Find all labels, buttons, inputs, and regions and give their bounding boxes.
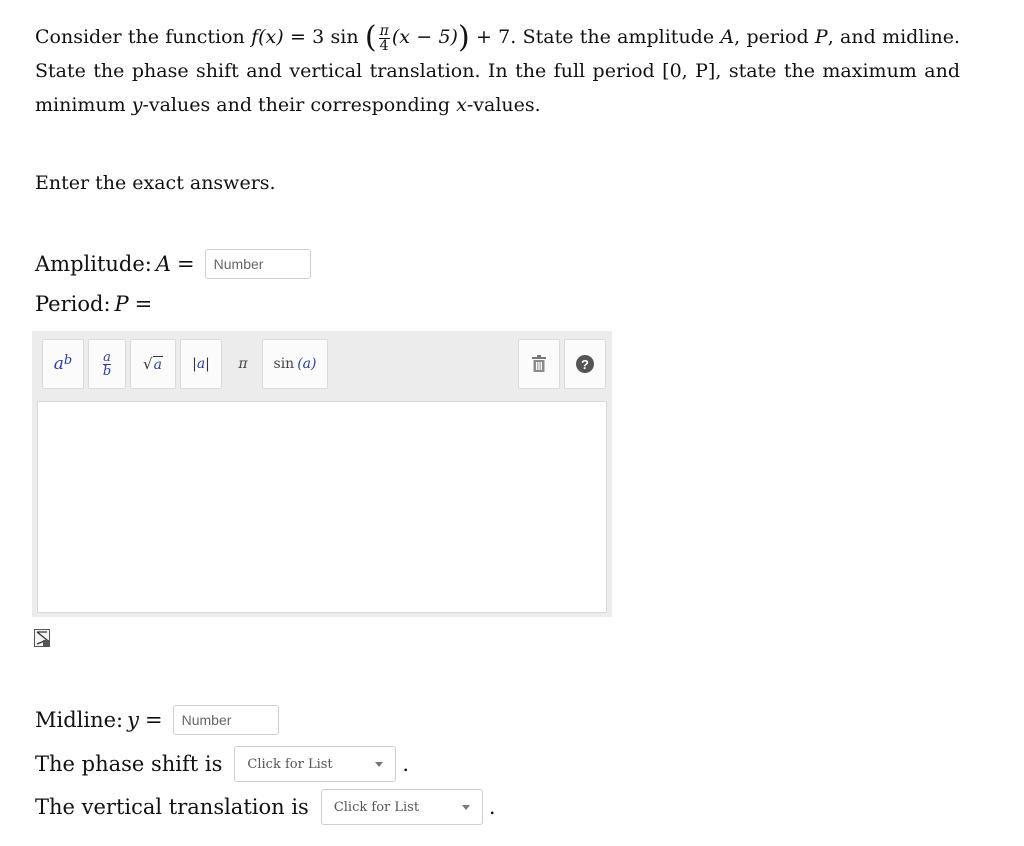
fraction-icon: a b: [102, 349, 112, 379]
vertical-period: .: [488, 795, 496, 819]
question-segment: . State the amplitude: [510, 26, 721, 48]
phase-period: .: [402, 752, 410, 776]
fraction-icon-num: a: [102, 349, 112, 365]
math-input-area[interactable]: [37, 401, 607, 613]
fraction-icon-den: b: [102, 363, 112, 379]
fraction-button[interactable]: a b: [88, 339, 126, 389]
amplitude-var-label: A: [155, 252, 172, 276]
question-segment: Consider the function: [35, 26, 252, 48]
interval: [0, P]: [662, 60, 716, 82]
equals-sign: =: [177, 252, 195, 276]
sigma-icon: [34, 629, 50, 647]
vertical-row: The vertical translation is Click for Li…: [35, 789, 496, 825]
period-label: Period:: [35, 292, 111, 316]
phase-shift-select[interactable]: Click for List: [234, 746, 397, 782]
chevron-down-icon: [375, 761, 384, 767]
equals-sign: =: [145, 708, 163, 732]
sqrt-arg: a: [152, 355, 163, 373]
power-base: a: [53, 354, 64, 374]
equals-sign: =: [134, 292, 153, 316]
question-segment: -values.: [466, 94, 541, 116]
phase-row: The phase shift is Click for List .: [35, 746, 409, 782]
function-coefficient: = 3 sin: [283, 26, 365, 48]
inner-expression: (x − 5): [391, 26, 458, 48]
period-row: Period: P =: [35, 292, 152, 316]
question-text: Consider the function f(x) = 3 sin (π 4 (x…: [35, 20, 960, 122]
y-var: y: [131, 94, 143, 116]
power-button[interactable]: ab: [42, 339, 84, 389]
fraction: π4: [378, 22, 390, 54]
sin-label: sin: [273, 356, 295, 372]
chevron-down-icon: [461, 804, 470, 810]
sqrt-icon: √: [143, 355, 153, 373]
abs-arg: a: [196, 356, 206, 372]
midline-input[interactable]: Number: [172, 705, 279, 735]
midline-var-label: y: [127, 708, 139, 732]
amplitude-row: Amplitude: A = Number: [35, 249, 311, 279]
x-var: x: [456, 94, 467, 116]
sqrt-button[interactable]: √ a: [130, 339, 176, 389]
phase-label: The phase shift is: [35, 752, 223, 776]
equation-editor-icon[interactable]: [34, 629, 50, 651]
power-exp: b: [63, 352, 73, 368]
midline-label: Midline:: [35, 708, 124, 732]
math-editor: ab a b √ a | a | π sin (a) ?: [32, 331, 612, 617]
phase-select-value: Click for List: [247, 756, 333, 772]
fraction-denominator: 4: [379, 37, 389, 54]
instruction-text: Enter the exact answers.: [35, 172, 276, 194]
trash-icon: [532, 355, 546, 372]
pi-button[interactable]: π: [226, 339, 260, 389]
amplitude-label: Amplitude:: [35, 252, 152, 276]
sin-arg: (a): [297, 356, 317, 372]
amplitude-input[interactable]: Number: [204, 249, 311, 279]
abs-right: |: [205, 356, 210, 372]
open-paren: (: [364, 20, 377, 55]
amplitude-var: A: [720, 26, 735, 48]
help-icon: ?: [576, 355, 594, 373]
vertical-label: The vertical translation is: [35, 795, 309, 819]
vertical-select-value: Click for List: [333, 799, 420, 815]
sin-button[interactable]: sin (a): [262, 339, 328, 389]
vertical-translation-select[interactable]: Click for List: [320, 789, 483, 825]
midline-row: Midline: y = Number: [35, 705, 279, 735]
question-segment: , period: [734, 26, 815, 48]
period-var: P: [814, 26, 828, 48]
help-button[interactable]: ?: [564, 339, 606, 389]
vertical-term: + 7: [469, 26, 511, 48]
abs-button[interactable]: | a |: [180, 339, 222, 389]
close-paren: ): [457, 20, 470, 55]
period-var-label: P: [114, 292, 129, 316]
trash-button[interactable]: [518, 339, 560, 389]
function-variable: (x): [258, 26, 284, 48]
question-segment: -values and their corresponding: [142, 94, 457, 116]
fraction-numerator: π: [378, 22, 390, 39]
pi-icon: π: [238, 356, 248, 372]
